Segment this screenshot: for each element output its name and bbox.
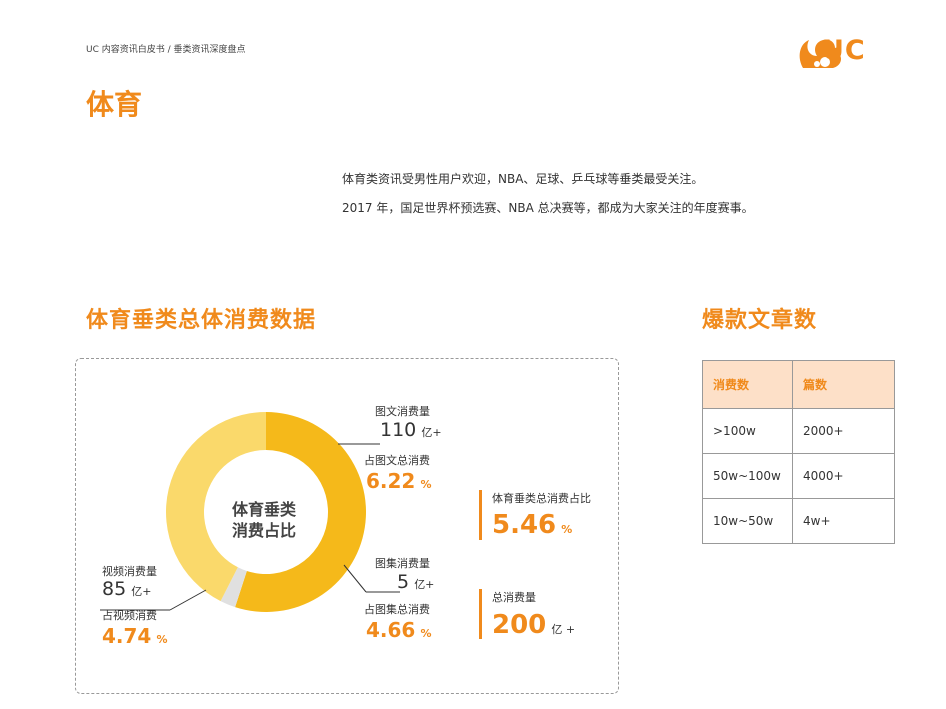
logo-text: UC xyxy=(822,35,866,66)
video-share-title: 占视频消费 xyxy=(102,609,157,622)
text-share-value: 6.22 xyxy=(366,469,416,493)
table-cell: 50w~100w xyxy=(702,453,793,499)
gallery-share-title: 占图集总消费 xyxy=(364,603,430,616)
video-consumption-value: 85 xyxy=(102,578,127,600)
gallery-share-value: 4.66 xyxy=(366,618,416,642)
video-consumption-title: 视频消费量 xyxy=(102,565,157,578)
video-share-group: 4.74 % xyxy=(102,624,167,648)
video-share-unit: % xyxy=(156,633,168,646)
video-share-value: 4.74 xyxy=(102,624,152,648)
stat-accent-bar-share xyxy=(479,490,482,540)
table-cell: 10w~50w xyxy=(702,498,793,544)
text-consumption-value: 110 xyxy=(380,419,417,441)
gallery-consumption-title: 图集消费量 xyxy=(375,557,430,570)
text-share-group: 6.22 % xyxy=(366,469,431,493)
table-cell: 4000+ xyxy=(792,453,895,499)
share-stat-label: 体育垂类总消费占比 xyxy=(492,492,591,505)
page-title: 体育 xyxy=(86,88,143,121)
stat-accent-bar-total xyxy=(479,589,482,639)
table-header-count: 篇数 xyxy=(792,360,895,409)
video-consumption-unit: 亿+ xyxy=(131,585,152,598)
hit-articles-table: 消费数 篇数 >100w 2000+ 50w~100w 4000+ 10w~50… xyxy=(702,360,895,544)
gallery-share-unit: % xyxy=(420,627,432,640)
share-stat-value: 5.46 xyxy=(492,510,557,540)
text-share-title: 占图文总消费 xyxy=(364,454,430,467)
text-consumption-title: 图文消费量 xyxy=(375,405,430,418)
table-cell: 2000+ xyxy=(792,408,895,454)
table-cell: 4w+ xyxy=(792,498,895,544)
total-stat-value: 200 xyxy=(492,610,547,640)
text-consumption-value-group: 110 亿+ xyxy=(380,419,442,441)
gallery-consumption-value: 5 xyxy=(397,571,410,593)
gallery-share-group: 4.66 % xyxy=(366,618,431,642)
gallery-consumption-unit: 亿+ xyxy=(414,578,435,591)
table-row: >100w 2000+ xyxy=(702,408,895,454)
total-stat-label: 总消费量 xyxy=(492,591,536,604)
total-stat-unit: 亿 + xyxy=(551,623,576,636)
section-title: 体育垂类总体消费数据 xyxy=(86,308,317,333)
share-stat-unit: % xyxy=(561,523,573,536)
text-share-unit: % xyxy=(420,478,432,491)
gallery-consumption-value-group: 5 亿+ xyxy=(397,571,434,593)
video-consumption-value-group: 85 亿+ xyxy=(102,578,152,600)
donut-center-line-2: 消费占比 xyxy=(232,521,297,540)
table-header-row: 消费数 篇数 xyxy=(702,360,895,409)
leader-line-video xyxy=(169,589,207,611)
breadcrumb: UC 内容资讯白皮书 / 垂类资讯深度盘点 xyxy=(86,45,246,55)
total-stat-group: 200 亿 + xyxy=(492,610,575,640)
share-stat-group: 5.46 % xyxy=(492,510,572,540)
table-cell: >100w xyxy=(702,408,793,454)
table-title: 爆款文章数 xyxy=(702,308,818,333)
leader-line-gallery xyxy=(343,564,367,593)
table-row: 10w~50w 4w+ xyxy=(702,498,895,544)
table-row: 50w~100w 4000+ xyxy=(702,453,895,499)
intro-line-2: 2017 年，国足世界杯预选赛、NBA 总决赛等，都成为大家关注的年度赛事。 xyxy=(342,201,754,215)
intro-line-1: 体育类资讯受男性用户欢迎，NBA、足球、乒乓球等垂类最受关注。 xyxy=(342,172,704,186)
table-header-consumption: 消费数 xyxy=(702,360,793,409)
text-consumption-unit: 亿+ xyxy=(421,426,442,439)
